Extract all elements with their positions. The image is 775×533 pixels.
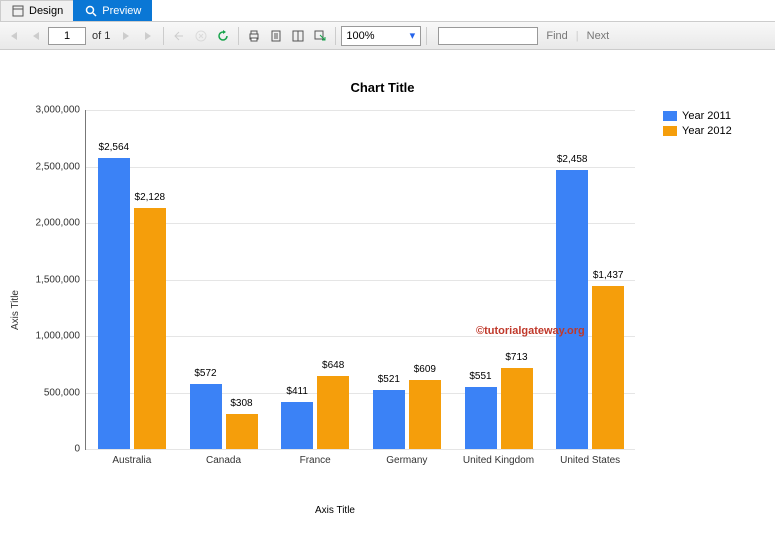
bar: $521 [373, 390, 405, 449]
grid-line [86, 393, 635, 394]
bar-group: $2,458$1,437 [554, 170, 626, 449]
bar: $713 [501, 368, 533, 449]
find-sep: | [576, 30, 579, 42]
bar: $2,458 [556, 170, 588, 449]
y-tick-label: 3,000,000 [36, 105, 81, 116]
bar-value-label: $648 [322, 360, 344, 371]
grid-line [86, 223, 635, 224]
x-axis-title: Axis Title [25, 505, 645, 516]
zoom-select[interactable]: 100% ▾ [341, 26, 421, 46]
tab-preview[interactable]: Preview [73, 0, 152, 21]
x-tick-label: Germany [386, 455, 427, 466]
legend: Year 2011 Year 2012 [663, 110, 732, 516]
chart-viewport: Chart Title Axis Title 0 500,000 1,000,000… [0, 50, 775, 526]
next-link[interactable]: Next [581, 30, 616, 42]
plot-area: 0 500,000 1,000,000 1,500,000 2,000,000 2,500… [25, 105, 645, 475]
bar: $2,128 [134, 208, 166, 449]
tab-preview-label: Preview [102, 5, 141, 17]
bar: $648 [317, 376, 349, 449]
chevron-down-icon: ▾ [404, 29, 420, 42]
bar-group: $572$308 [188, 384, 260, 449]
grid-line [86, 280, 635, 281]
page-of-text: of 1 [88, 30, 114, 42]
x-tick-label: United Kingdom [463, 455, 534, 466]
bar: $411 [281, 402, 313, 449]
legend-item: Year 2011 [663, 110, 732, 122]
legend-label: Year 2011 [682, 110, 731, 122]
bar-group: $2,564$2,128 [96, 158, 168, 449]
print-layout-button[interactable] [266, 26, 286, 46]
bar: $551 [465, 387, 497, 449]
grid-line [86, 449, 635, 450]
design-icon [11, 4, 25, 18]
bar-value-label: $609 [414, 364, 436, 375]
separator [335, 27, 336, 45]
x-tick-label: France [300, 455, 331, 466]
page-input[interactable] [48, 27, 86, 45]
find-link[interactable]: Find [540, 30, 573, 42]
bar-value-label: $713 [505, 352, 527, 363]
page-setup-button[interactable] [288, 26, 308, 46]
find-input[interactable] [438, 27, 538, 45]
preview-icon [84, 4, 98, 18]
bar: $308 [226, 414, 258, 449]
bar-value-label: $572 [194, 368, 216, 379]
next-page-button[interactable] [116, 26, 136, 46]
bar: $1,437 [592, 286, 624, 449]
y-axis-title: Axis Title [10, 290, 21, 330]
bar-value-label: $2,458 [557, 154, 588, 165]
watermark: ©tutorialgateway.org [476, 325, 585, 337]
y-tick-label: 1,500,000 [36, 274, 81, 285]
bar-value-label: $551 [469, 371, 491, 382]
bar-value-label: $1,437 [593, 270, 624, 281]
bar-group: $521$609 [371, 380, 443, 449]
stop-button[interactable] [191, 26, 211, 46]
x-tick-label: Australia [112, 455, 151, 466]
bar-value-label: $2,128 [135, 192, 166, 203]
bar-group: $551$713 [463, 368, 535, 449]
y-tick-label: 1,000,000 [36, 331, 81, 342]
grid-line [86, 110, 635, 111]
bar-group: $411$648 [279, 376, 351, 449]
refresh-button[interactable] [213, 26, 233, 46]
legend-swatch [663, 111, 677, 121]
zoom-value: 100% [346, 30, 374, 42]
separator [163, 27, 164, 45]
bar-value-label: $411 [286, 386, 308, 397]
bar-value-label: $308 [230, 398, 252, 409]
separator [426, 27, 427, 45]
export-button[interactable] [310, 26, 330, 46]
print-button[interactable] [244, 26, 264, 46]
bar: $572 [190, 384, 222, 449]
report-toolbar: of 1 100% ▾ Find | Next [0, 22, 775, 50]
chart-title: Chart Title [10, 80, 755, 95]
last-page-button[interactable] [138, 26, 158, 46]
y-tick-label: 2,500,000 [36, 161, 81, 172]
legend-swatch [663, 126, 677, 136]
bar: $2,564 [98, 158, 130, 449]
y-tick-label: 2,000,000 [36, 218, 81, 229]
x-tick-label: United States [560, 455, 620, 466]
legend-item: Year 2012 [663, 125, 732, 137]
tab-bar: Design Preview [0, 0, 775, 22]
bar: $609 [409, 380, 441, 449]
y-tick-label: 0 [74, 444, 80, 455]
grid-line [86, 167, 635, 168]
separator [238, 27, 239, 45]
y-tick-label: 500,000 [44, 387, 80, 398]
back-button[interactable] [169, 26, 189, 46]
legend-label: Year 2012 [682, 125, 732, 137]
x-tick-label: Canada [206, 455, 241, 466]
prev-page-button[interactable] [26, 26, 46, 46]
bar-value-label: $521 [378, 374, 400, 385]
tab-design[interactable]: Design [0, 0, 74, 21]
bar-value-label: $2,564 [99, 142, 130, 153]
first-page-button[interactable] [4, 26, 24, 46]
tab-design-label: Design [29, 5, 63, 17]
